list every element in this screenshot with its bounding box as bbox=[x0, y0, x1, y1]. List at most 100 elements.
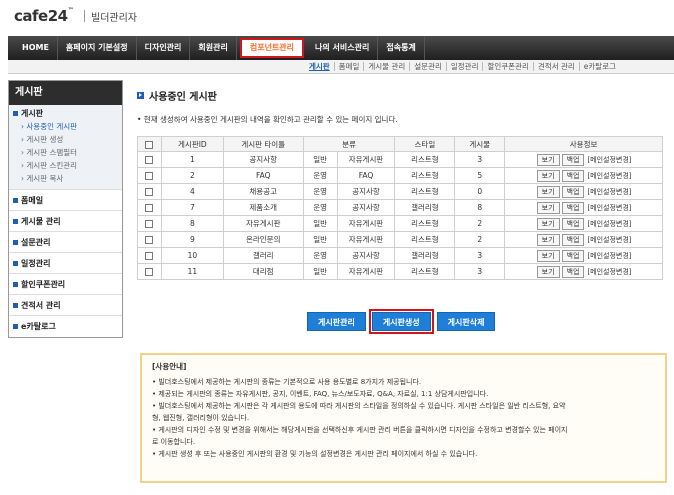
cell-title: 갤러리 bbox=[222, 247, 304, 264]
cell-id: 1 bbox=[160, 151, 224, 168]
sidebar-item-estimate[interactable]: 견적서 관리 bbox=[9, 295, 122, 316]
col-style: 스타일 bbox=[394, 136, 456, 152]
cell-style: 리스트형 bbox=[394, 167, 456, 184]
subnav-estimate[interactable]: 견적서 관리 bbox=[532, 62, 579, 71]
sidebar-item-coupon[interactable]: 할인쿠폰관리 bbox=[9, 274, 122, 295]
row-checkbox[interactable] bbox=[145, 172, 154, 180]
backup-button[interactable]: 백업 bbox=[561, 249, 585, 262]
action-buttons: 게시판관리 게시판생성 게시판삭제 bbox=[307, 309, 496, 334]
cell-post-count: 3 bbox=[454, 247, 506, 264]
view-button[interactable]: 보기 bbox=[536, 169, 560, 182]
backup-button[interactable]: 백업 bbox=[561, 153, 585, 166]
cell-category: 자유게시판 bbox=[336, 215, 396, 232]
board-manage-button[interactable]: 게시판관리 bbox=[307, 312, 366, 331]
subnav-coupon[interactable]: 할인쿠폰관리 bbox=[482, 62, 532, 71]
sub-nav: 게시판 폼메일 게시물 관리 설문관리 일정관리 할인쿠폰관리 견적서 관리 e… bbox=[8, 60, 674, 74]
cafe24-logo[interactable]: cafe24™ bbox=[14, 7, 74, 25]
cell-type: 운영 bbox=[302, 183, 338, 200]
cell-post-count: 5 bbox=[454, 167, 506, 184]
sidebar-sub-copy[interactable]: › 게시판 복사 bbox=[13, 171, 118, 186]
view-button[interactable]: 보기 bbox=[536, 185, 560, 198]
nav-site-settings[interactable]: 홈페이지 기본설정 bbox=[58, 36, 137, 60]
sidebar-sub-spam-filter[interactable]: › 게시판 스팸필터 bbox=[13, 145, 118, 158]
board-delete-button[interactable]: 게시판삭제 bbox=[436, 312, 496, 331]
view-button[interactable]: 보기 bbox=[536, 217, 560, 230]
subnav-ecatalog[interactable]: e카탈로그 bbox=[578, 62, 620, 71]
subnav-formmail[interactable]: 폼메일 bbox=[333, 62, 364, 71]
sidebar-sub-skin[interactable]: › 게시판 스킨관리 bbox=[13, 158, 118, 171]
sidebar-item-survey[interactable]: 설문관리 bbox=[9, 232, 122, 253]
main-setting-link[interactable]: [메인설정변경] bbox=[587, 156, 631, 164]
sidebar-item-formmail[interactable]: 폼메일 bbox=[9, 190, 122, 211]
table-row: 7 제품소개 운영 공지사항 갤러리형 8 보기 백업 [메인설정변경] bbox=[137, 199, 663, 216]
sidebar-item-label: 게시판 bbox=[21, 109, 44, 118]
view-button[interactable]: 보기 bbox=[536, 249, 560, 262]
select-all-checkbox[interactable] bbox=[145, 140, 154, 149]
sidebar-sub-create-board[interactable]: › 게시판 생성 bbox=[13, 132, 118, 145]
sidebar-item-board[interactable]: 게시판 bbox=[13, 108, 118, 119]
main-setting-link[interactable]: [메인설정변경] bbox=[587, 204, 631, 212]
main-setting-link[interactable]: [메인설정변경] bbox=[587, 188, 631, 196]
sidebar: 게시판 게시판 › 사용중인 게시판 › 게시판 생성 › 게시판 스팸필터 ›… bbox=[8, 80, 123, 338]
usage-guide-title: [사용안내] bbox=[152, 362, 187, 371]
subnav-board[interactable]: 게시판 bbox=[305, 62, 334, 71]
main-setting-link[interactable]: [메인설정변경] bbox=[587, 172, 631, 180]
sidebar-sub-label: 게시판 스팸필터 bbox=[26, 148, 78, 157]
sidebar-item-schedule[interactable]: 일정관리 bbox=[9, 253, 122, 274]
nav-components[interactable]: 컴포넌트관리 bbox=[239, 38, 305, 58]
backup-button[interactable]: 백업 bbox=[561, 185, 585, 198]
cell-category: 자유게시판 bbox=[336, 263, 396, 280]
cell-title: 대리점 bbox=[222, 263, 304, 280]
backup-button[interactable]: 백업 bbox=[561, 233, 585, 246]
backup-button[interactable]: 백업 bbox=[561, 265, 585, 278]
cell-id: 2 bbox=[160, 167, 224, 184]
table-row: 1 공지사항 일반 자유게시판 리스트형 3 보기 백업 [메인설정변경] bbox=[137, 151, 663, 168]
sidebar-item-posts[interactable]: 게시물 관리 bbox=[9, 211, 122, 232]
view-button[interactable]: 보기 bbox=[536, 153, 560, 166]
view-button[interactable]: 보기 bbox=[536, 201, 560, 214]
row-checkbox[interactable] bbox=[145, 156, 154, 164]
sidebar-title: 게시판 bbox=[9, 81, 122, 105]
subnav-survey[interactable]: 설문관리 bbox=[409, 62, 446, 71]
cell-category: 자유게시판 bbox=[336, 231, 396, 248]
sidebar-item-label: e카탈로그 bbox=[21, 322, 56, 331]
table-row: 4 채용공고 운영 공지사항 리스트형 0 보기 백업 [메인설정변경] bbox=[137, 183, 663, 200]
view-button[interactable]: 보기 bbox=[536, 233, 560, 246]
backup-button[interactable]: 백업 bbox=[561, 201, 585, 214]
backup-button[interactable]: 백업 bbox=[561, 169, 585, 182]
board-create-button[interactable]: 게시판생성 bbox=[368, 309, 434, 334]
row-checkbox[interactable] bbox=[145, 204, 154, 212]
row-checkbox[interactable] bbox=[145, 188, 154, 196]
nav-design[interactable]: 디자인관리 bbox=[137, 36, 191, 60]
subnav-schedule[interactable]: 일정관리 bbox=[445, 62, 483, 71]
col-id: 게시판ID bbox=[160, 136, 224, 152]
guide-line: • 빌더호스팅에서 제공하는 게시판의 종류는 기본적으로 사용 용도별로 8가… bbox=[152, 378, 422, 386]
row-checkbox[interactable] bbox=[145, 220, 154, 228]
main-setting-link[interactable]: [메인설정변경] bbox=[587, 236, 631, 244]
nav-members[interactable]: 회원관리 bbox=[190, 36, 237, 60]
sidebar-sub-active-boards[interactable]: › 사용중인 게시판 bbox=[13, 119, 118, 132]
square-bullet-icon bbox=[13, 111, 18, 116]
page-description: • 현재 생성하여 사용중인 게시판의 내역을 확인하고 관리할 수 있는 페이… bbox=[137, 115, 398, 124]
row-checkbox[interactable] bbox=[145, 236, 154, 244]
boards-table: 게시판ID 게시판 타이틀 분류 스타일 게시물 사용정보 1 공지사항 일반 자유게… bbox=[137, 136, 663, 280]
nav-home[interactable]: HOME bbox=[14, 36, 58, 60]
row-checkbox[interactable] bbox=[145, 252, 154, 260]
subnav-posts[interactable]: 게시물 관리 bbox=[363, 62, 409, 71]
nav-my-services[interactable]: 나의 서비스관리 bbox=[307, 36, 379, 60]
square-bullet-icon bbox=[13, 324, 18, 329]
cell-post-count: 2 bbox=[454, 215, 506, 232]
view-button[interactable]: 보기 bbox=[536, 265, 560, 278]
main-setting-link[interactable]: [메인설정변경] bbox=[587, 220, 631, 228]
guide-line: 형, 웹진형, 갤러리형이 있습니다. bbox=[152, 414, 250, 422]
main-setting-link[interactable]: [메인설정변경] bbox=[587, 268, 631, 276]
backup-button[interactable]: 백업 bbox=[561, 217, 585, 230]
sidebar-sub-label: 게시판 복사 bbox=[26, 174, 64, 183]
row-select-cell bbox=[137, 263, 162, 280]
nav-statistics[interactable]: 접속통계 bbox=[378, 36, 425, 60]
sidebar-item-ecatalog[interactable]: e카탈로그 bbox=[9, 316, 122, 337]
main-setting-link[interactable]: [메인설정변경] bbox=[587, 252, 631, 260]
page-title: 사용중인 게시판 bbox=[137, 88, 667, 103]
row-checkbox[interactable] bbox=[145, 268, 154, 276]
cell-category: 자유게시판 bbox=[336, 151, 396, 168]
